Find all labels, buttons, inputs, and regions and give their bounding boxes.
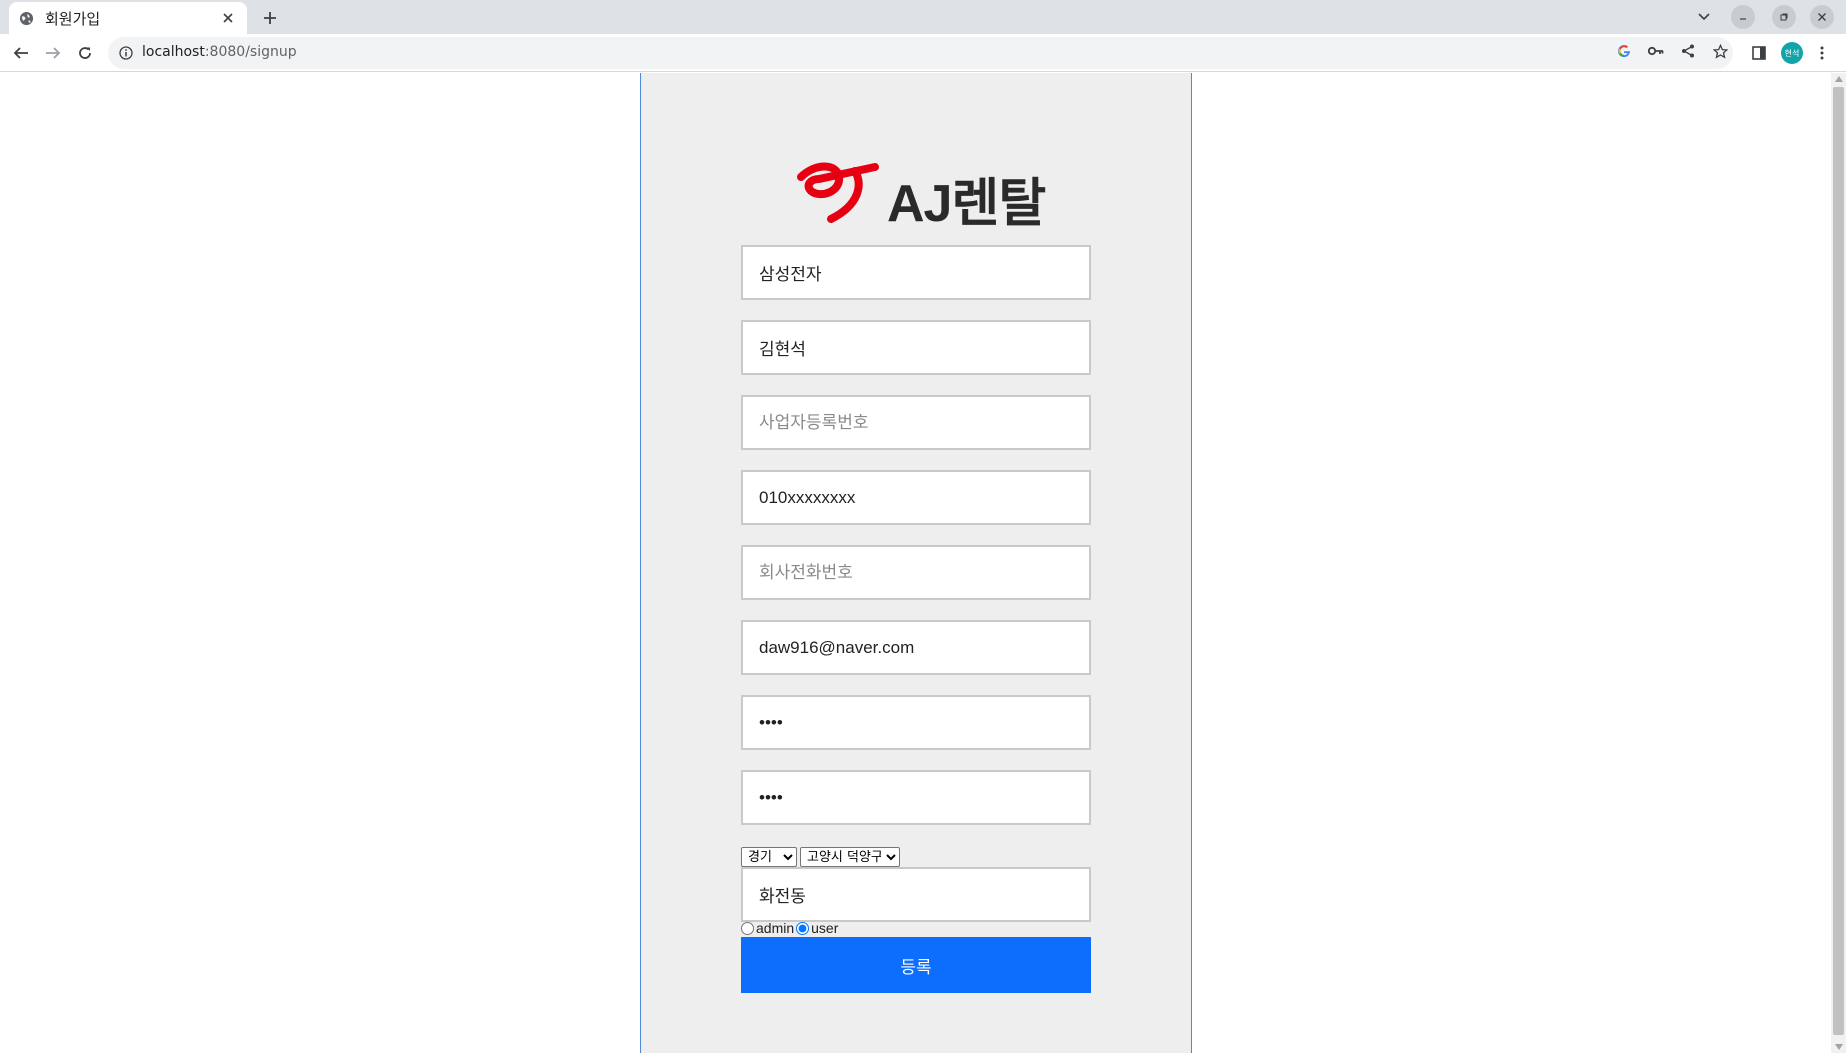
role-radio-group: admin user — [739, 919, 838, 937]
more-menu-icon[interactable] — [1812, 43, 1832, 63]
email-input[interactable] — [741, 620, 1091, 675]
page-scrollbar[interactable] — [1831, 73, 1846, 1053]
scroll-thumb[interactable] — [1833, 87, 1844, 1035]
side-panel-icon[interactable] — [1749, 43, 1769, 63]
page-viewport: AJ렌탈 경기 고양시 덕양구 admin user 등록 — [0, 73, 1846, 1053]
register-button[interactable]: 등록 — [741, 937, 1091, 993]
role-admin-label: admin — [756, 920, 795, 936]
new-tab-plus-icon[interactable] — [258, 6, 282, 30]
bookmark-star-icon[interactable] — [1711, 42, 1729, 60]
forward-arrow-icon[interactable] — [41, 41, 65, 65]
signup-form-card: AJ렌탈 경기 고양시 덕양구 admin user 등록 — [640, 73, 1192, 1053]
address-bar[interactable]: localhost:8080/signup — [108, 37, 1733, 69]
globe-icon — [19, 10, 35, 26]
back-arrow-icon[interactable] — [9, 41, 33, 65]
reload-icon[interactable] — [73, 41, 97, 65]
password-input[interactable] — [741, 695, 1091, 750]
address-selects: 경기 고양시 덕양구 — [741, 847, 900, 867]
user-name-input[interactable] — [741, 320, 1091, 375]
tab-close-icon[interactable] — [219, 9, 237, 27]
key-icon[interactable] — [1647, 42, 1665, 60]
minimize-icon[interactable] — [1731, 5, 1755, 29]
url-text: localhost:8080/signup — [142, 44, 297, 60]
region-select[interactable]: 경기 — [741, 847, 797, 867]
browser-toolbar: localhost:8080/signup — [0, 34, 1846, 72]
aj-rental-logo: AJ렌탈 — [797, 155, 1046, 233]
company-phone-input[interactable] — [741, 545, 1091, 600]
role-admin-radio[interactable] — [741, 921, 754, 935]
google-g-icon[interactable] — [1615, 42, 1633, 60]
restore-icon[interactable] — [1772, 5, 1796, 29]
scroll-up-arrow-icon[interactable] — [1835, 76, 1843, 82]
logo-text: AJ렌탈 — [887, 175, 1046, 233]
profile-avatar[interactable]: 현석 — [1781, 42, 1803, 64]
browser-tab-active[interactable]: 회원가입 — [9, 2, 247, 34]
role-user-radio[interactable] — [796, 921, 810, 935]
aj-rental-logo-mark — [797, 162, 879, 223]
scroll-down-arrow-icon[interactable] — [1835, 1044, 1843, 1050]
business-number-input[interactable] — [741, 395, 1091, 450]
site-info-icon[interactable] — [118, 45, 134, 61]
tab-search-chevron-icon[interactable] — [1692, 5, 1716, 29]
address-detail-input[interactable] — [741, 867, 1091, 922]
close-window-icon[interactable] — [1810, 5, 1834, 29]
phone-input[interactable] — [741, 470, 1091, 525]
tab-title: 회원가입 — [45, 9, 101, 28]
district-select[interactable]: 고양시 덕양구 — [800, 847, 900, 867]
share-icon[interactable] — [1679, 42, 1697, 60]
password-confirm-input[interactable] — [741, 770, 1091, 825]
tab-strip: 회원가입 — [0, 0, 1846, 34]
company-name-input[interactable] — [741, 245, 1091, 300]
role-user-label: user — [811, 920, 839, 936]
